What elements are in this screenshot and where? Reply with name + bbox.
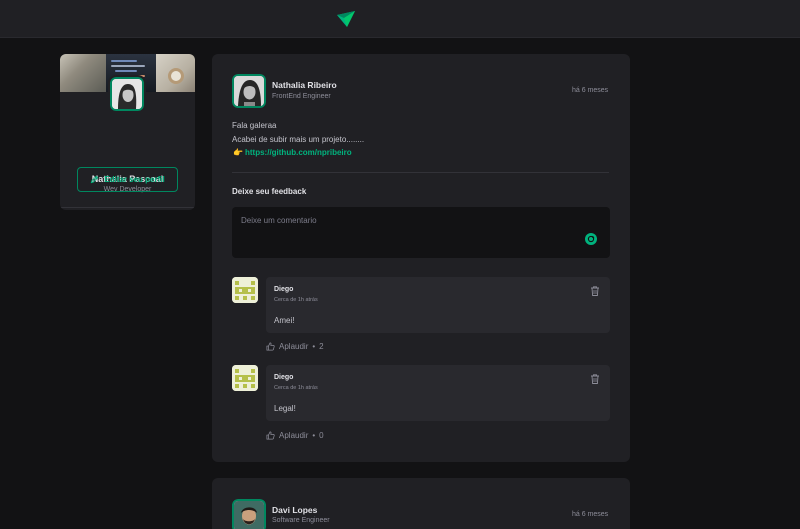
trash-icon[interactable] <box>589 285 601 297</box>
ignite-feed-logo-icon[interactable] <box>336 9 356 29</box>
post-author-name[interactable]: Davi Lopes <box>272 505 317 515</box>
comment-time: Cerca de 1h atrás <box>274 297 318 303</box>
comment-text: Legal! <box>274 404 296 413</box>
edit-profile-button[interactable]: Editar seu perfil <box>77 167 178 192</box>
thumbs-up-icon <box>266 342 275 351</box>
comment-author-avatar[interactable] <box>232 277 258 303</box>
comment-author-avatar[interactable] <box>232 365 258 391</box>
applaud-label: Aplaudir <box>279 342 309 351</box>
comment-text: Amei! <box>274 316 295 325</box>
applaud-label: Aplaudir <box>279 431 309 440</box>
comment-author-name[interactable]: Diego <box>274 374 293 381</box>
pencil-icon <box>90 175 99 184</box>
pointing-hand-icon: 👉 <box>233 148 243 157</box>
post-time: há 6 meses <box>572 87 609 94</box>
applaud-button[interactable]: Aplaudir • 2 <box>266 342 324 351</box>
post-content-line: Fala galeraa <box>232 121 277 130</box>
sidebar-divider <box>60 207 195 208</box>
feedback-title: Deixe seu feedback <box>232 187 307 196</box>
submit-comment-icon[interactable] <box>585 233 597 245</box>
post-author-avatar[interactable] <box>230 497 268 529</box>
comment-card: Diego Cerca de 1h atrás Legal! <box>266 365 610 421</box>
thumbs-up-icon <box>266 431 275 440</box>
post-link[interactable]: https://github.com/npribeiro <box>245 148 352 157</box>
post-divider <box>232 172 609 173</box>
edit-profile-label: Editar seu perfil <box>104 175 165 184</box>
post-content-line: Acabei de subir mais um projeto........ <box>232 135 365 144</box>
comment-textarea[interactable]: Deixe um comentario <box>232 207 610 258</box>
comment-author-name[interactable]: Diego <box>274 286 293 293</box>
applaud-count: 0 <box>319 431 324 440</box>
app-header <box>0 0 800 38</box>
post-author-name[interactable]: Nathalia Ribeiro <box>272 80 337 90</box>
post-author-role: FrontEnd Engineer <box>272 93 331 100</box>
trash-icon[interactable] <box>589 373 601 385</box>
applaud-button[interactable]: Aplaudir • 0 <box>266 431 324 440</box>
comment-placeholder: Deixe um comentario <box>241 216 317 225</box>
applaud-count: 2 <box>319 342 324 351</box>
comment-card: Diego Cerca de 1h atrás Amei! <box>266 277 610 333</box>
post-author-avatar[interactable] <box>230 72 268 110</box>
post-time: há 6 meses <box>572 511 609 518</box>
comment-time: Cerca de 1h atrás <box>274 385 318 391</box>
profile-avatar[interactable] <box>108 75 146 113</box>
post-author-role: Software Engineer <box>272 517 330 524</box>
